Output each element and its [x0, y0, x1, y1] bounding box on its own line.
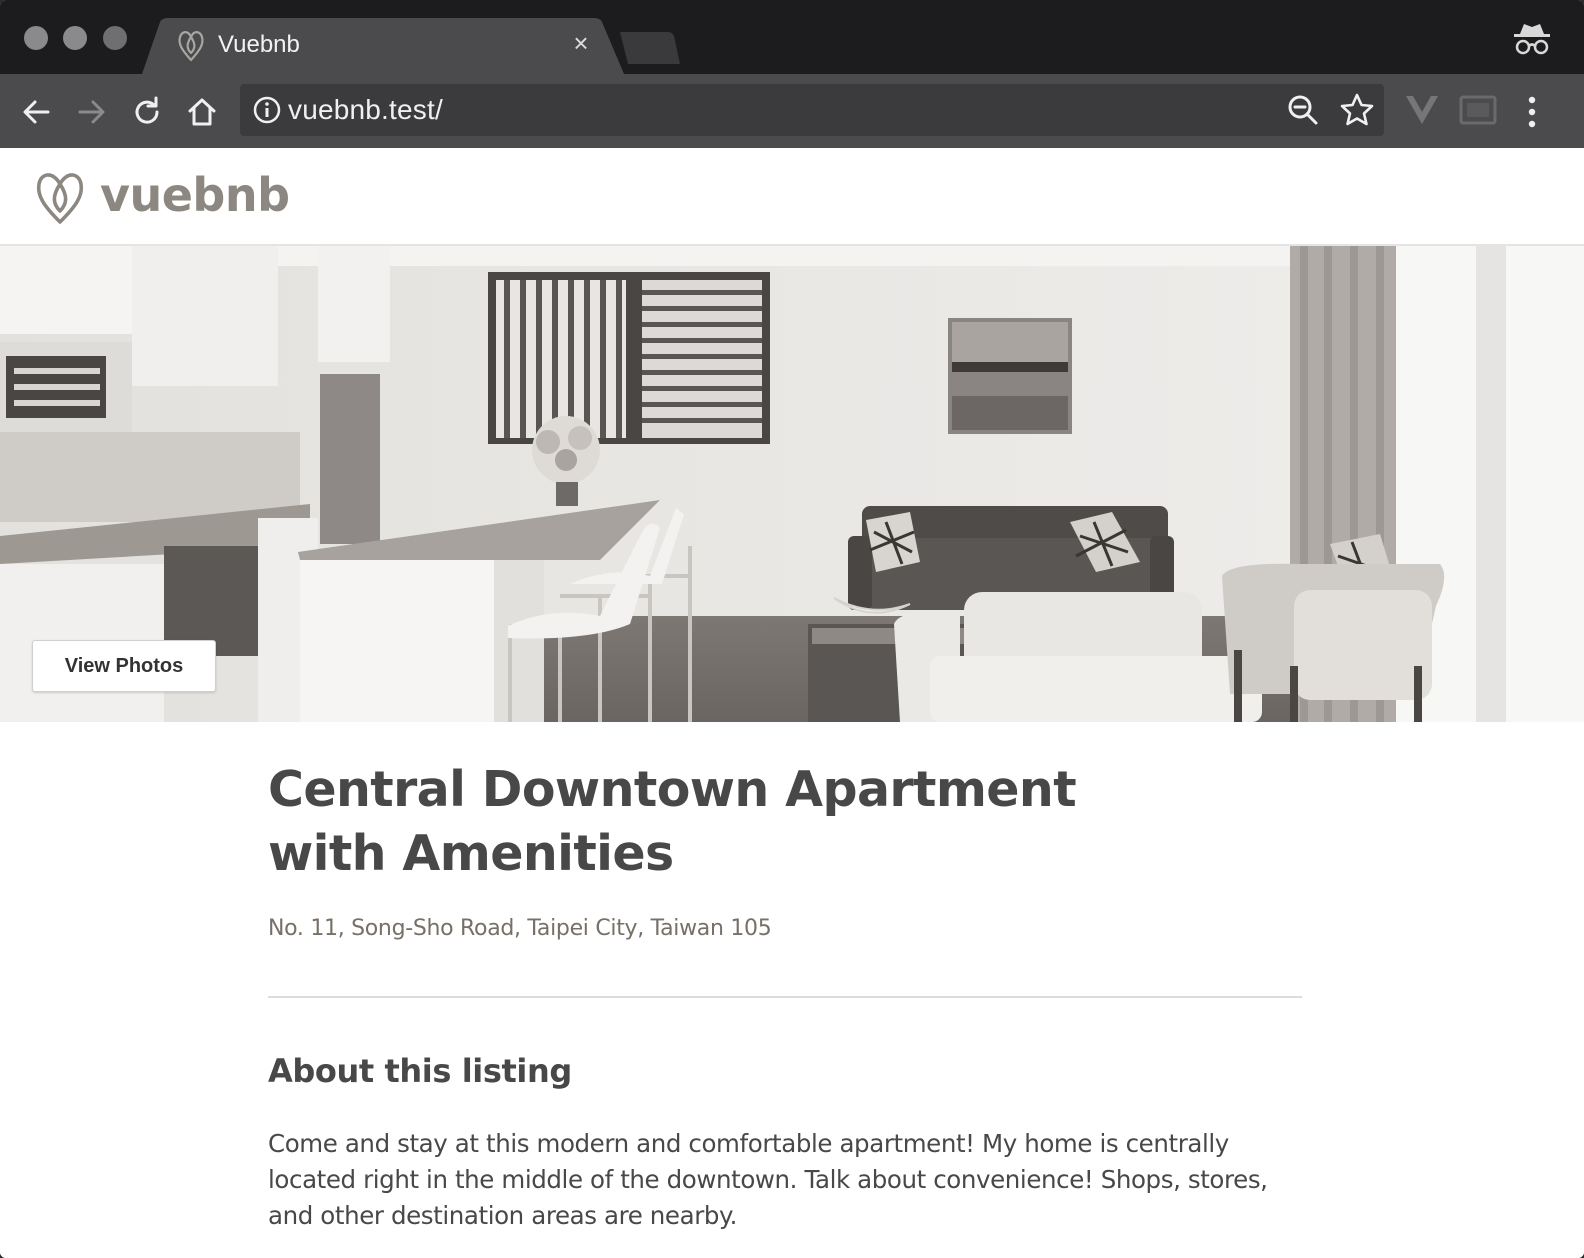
zoom-icon[interactable] [1286, 93, 1320, 127]
incognito-icon [1514, 24, 1550, 55]
menu-dots-icon[interactable] [1518, 92, 1546, 132]
site-name[interactable]: vuebnb [100, 168, 290, 222]
tab-close-icon[interactable]: × [568, 30, 594, 56]
star-icon[interactable] [1339, 92, 1375, 128]
close-window-button[interactable] [24, 26, 48, 50]
reload-icon [135, 96, 159, 124]
url-text[interactable]: vuebnb.test/ [288, 94, 443, 126]
home-icon [188, 98, 216, 126]
cast-icon[interactable] [1458, 94, 1498, 128]
title-bar: Vuebnb × [0, 0, 1584, 74]
browser-window: Vuebnb × vuebnb.test/ vuebnb View Photos… [0, 0, 1584, 1258]
vuebnb-logo-icon[interactable] [34, 168, 86, 226]
tab-background [142, 18, 624, 74]
reload-button[interactable] [127, 92, 167, 132]
back-button[interactable] [16, 92, 56, 132]
forward-arrow-icon [78, 100, 105, 124]
about-heading: About this listing [268, 1052, 572, 1090]
tab-title: Vuebnb [218, 31, 300, 58]
web-page: vuebnb View Photos Central Downtown Apar… [0, 148, 1584, 1258]
site-header: vuebnb [0, 148, 1584, 246]
listing-address: No. 11, Song-Sho Road, Taipei City, Taiw… [268, 916, 772, 941]
new-tab-button[interactable] [616, 32, 680, 64]
view-photos-button[interactable]: View Photos [32, 640, 216, 692]
forward-button[interactable] [72, 92, 112, 132]
back-arrow-icon [23, 100, 50, 124]
browser-toolbar: vuebnb.test/ [0, 74, 1584, 148]
vue-extension-icon[interactable] [1402, 90, 1442, 130]
browser-tab[interactable]: Vuebnb × [142, 18, 624, 74]
listing-title: Central Downtown Apartment with Amenitie… [268, 761, 1077, 882]
address-bar[interactable]: vuebnb.test/ [240, 84, 1384, 136]
apartment-photo [0, 246, 1584, 722]
minimize-window-button[interactable] [63, 26, 87, 50]
home-button[interactable] [182, 92, 222, 132]
vuebnb-favicon-icon [178, 31, 204, 62]
maximize-window-button[interactable] [103, 26, 127, 50]
hero-image: View Photos [0, 246, 1584, 722]
section-divider [268, 996, 1302, 998]
about-text: Come and stay at this modern and comfort… [268, 1129, 1268, 1230]
info-icon[interactable] [252, 95, 282, 125]
